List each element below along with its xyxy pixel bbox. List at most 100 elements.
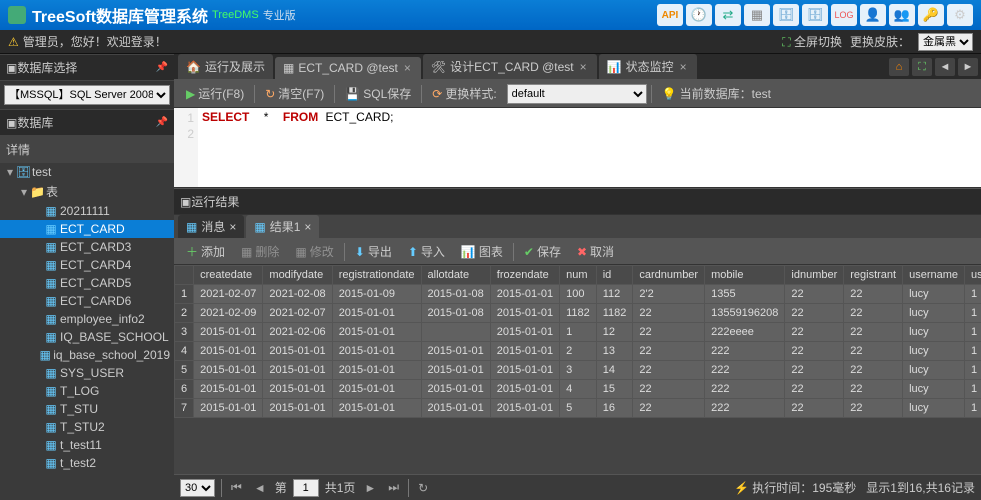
home-icon[interactable]: ⌂ bbox=[889, 58, 909, 76]
cell[interactable]: 22 bbox=[785, 323, 844, 342]
chart-button[interactable]: 📊图表 bbox=[455, 240, 509, 263]
cell[interactable]: 2015-01-01 bbox=[490, 304, 559, 323]
prev-icon[interactable]: ◄ bbox=[935, 58, 955, 76]
editor-tab[interactable]: ▦ECT_CARD @test× bbox=[275, 57, 421, 79]
column-header[interactable]: allotdate bbox=[421, 266, 490, 285]
cell[interactable]: 2015-01-09 bbox=[332, 285, 421, 304]
clock-icon[interactable]: 🕐 bbox=[686, 4, 712, 26]
db-connection-select[interactable]: 【MSSQL】SQL Server 2008 bbox=[4, 85, 170, 105]
cell[interactable]: 112 bbox=[596, 285, 633, 304]
table-row[interactable]: 12021-02-072021-02-082015-01-092015-01-0… bbox=[175, 285, 981, 304]
tree-node[interactable]: ▦20211111 bbox=[0, 202, 174, 220]
tree-node[interactable]: ▦ECT_CARD3 bbox=[0, 238, 174, 256]
cell[interactable]: 1 bbox=[175, 285, 194, 304]
column-header[interactable]: createdate bbox=[194, 266, 263, 285]
cell[interactable]: 5 bbox=[560, 399, 597, 418]
cell[interactable]: 1 bbox=[965, 399, 981, 418]
cancel-button[interactable]: ✖取消 bbox=[571, 240, 620, 263]
result-grid-wrap[interactable]: createdatemodifydateregistrationdateallo… bbox=[174, 265, 981, 474]
db-icon[interactable]: 🗄 bbox=[773, 4, 799, 26]
cell[interactable]: 2015-01-01 bbox=[490, 399, 559, 418]
cell[interactable]: 14 bbox=[596, 361, 633, 380]
table-row[interactable]: 72015-01-012015-01-012015-01-012015-01-0… bbox=[175, 399, 981, 418]
cell[interactable]: lucy bbox=[903, 285, 965, 304]
cell[interactable]: 2015-01-01 bbox=[263, 399, 332, 418]
cell[interactable]: 1 bbox=[965, 323, 981, 342]
tree-node[interactable]: ▦T_STU bbox=[0, 400, 174, 418]
cell[interactable]: 22 bbox=[844, 285, 903, 304]
close-icon[interactable]: × bbox=[304, 220, 311, 234]
log-icon[interactable]: LOG bbox=[831, 4, 857, 26]
cell[interactable]: 22 bbox=[633, 323, 705, 342]
column-header[interactable]: registrationdate bbox=[332, 266, 421, 285]
cell[interactable]: lucy bbox=[903, 342, 965, 361]
cell[interactable]: 2015-01-01 bbox=[490, 323, 559, 342]
column-header[interactable]: cardnumber bbox=[633, 266, 705, 285]
column-header[interactable]: num bbox=[560, 266, 597, 285]
cell[interactable]: 6 bbox=[175, 380, 194, 399]
cell[interactable]: 22 bbox=[633, 399, 705, 418]
cell[interactable]: 2'2 bbox=[633, 285, 705, 304]
cell[interactable]: 2015-01-01 bbox=[421, 361, 490, 380]
tree-node[interactable]: ▦T_LOG bbox=[0, 382, 174, 400]
tree-node[interactable]: ▦t_test2 bbox=[0, 454, 174, 472]
cell[interactable]: lucy bbox=[903, 380, 965, 399]
tree-node[interactable]: ▦iq_base_school_2019 bbox=[0, 346, 174, 364]
cell[interactable]: 22 bbox=[785, 361, 844, 380]
cell[interactable]: 222 bbox=[705, 361, 785, 380]
tree-node[interactable]: ▾🗄test bbox=[0, 163, 174, 181]
cell[interactable]: 1 bbox=[965, 285, 981, 304]
tree-node[interactable]: ▦ECT_CARD6 bbox=[0, 292, 174, 310]
column-header[interactable]: frozendate bbox=[490, 266, 559, 285]
cell[interactable]: 3 bbox=[175, 323, 194, 342]
next-page-button[interactable]: ► bbox=[361, 481, 379, 495]
cell[interactable]: 2015-01-01 bbox=[332, 323, 421, 342]
cell[interactable]: 5 bbox=[175, 361, 194, 380]
cell[interactable] bbox=[421, 323, 490, 342]
cell[interactable]: lucy bbox=[903, 323, 965, 342]
cell[interactable]: 222 bbox=[705, 380, 785, 399]
editor-tab[interactable]: 📊状态监控× bbox=[599, 54, 697, 79]
table-row[interactable]: 52015-01-012015-01-012015-01-012015-01-0… bbox=[175, 361, 981, 380]
close-icon[interactable]: × bbox=[229, 220, 236, 234]
export-button[interactable]: ⬇导出 bbox=[349, 240, 398, 263]
cell[interactable]: 2021-02-07 bbox=[194, 285, 263, 304]
sync-icon[interactable]: ⇄ bbox=[715, 4, 741, 26]
cell[interactable]: 2015-01-08 bbox=[421, 285, 490, 304]
column-header[interactable]: username bbox=[903, 266, 965, 285]
cell[interactable]: 12 bbox=[596, 323, 633, 342]
tree-node[interactable]: ▦ECT_CARD4 bbox=[0, 256, 174, 274]
tree-node[interactable]: ▦IQ_BASE_SCHOOL bbox=[0, 328, 174, 346]
cell[interactable]: 2015-01-01 bbox=[194, 342, 263, 361]
editor-tab[interactable]: 🛠设计ECT_CARD @test× bbox=[423, 54, 597, 79]
cell[interactable]: 1 bbox=[560, 323, 597, 342]
cell[interactable]: 2015-01-01 bbox=[263, 361, 332, 380]
run-button[interactable]: ▶运行(F8) bbox=[180, 82, 250, 105]
cell[interactable]: 2015-01-01 bbox=[332, 361, 421, 380]
cell[interactable]: 2015-01-01 bbox=[332, 342, 421, 361]
sql-save-button[interactable]: 💾SQL保存 bbox=[339, 82, 417, 105]
pin-icon[interactable]: 📌 bbox=[156, 62, 168, 73]
cell[interactable]: 22 bbox=[633, 361, 705, 380]
cell[interactable]: 15 bbox=[596, 380, 633, 399]
tree-node[interactable]: ▦ECT_CARD bbox=[0, 220, 174, 238]
cell[interactable]: 2015-01-01 bbox=[263, 380, 332, 399]
result-tab[interactable]: ▦结果1× bbox=[246, 215, 319, 238]
close-icon[interactable]: × bbox=[678, 60, 689, 74]
cell[interactable]: 1 bbox=[965, 342, 981, 361]
table-row[interactable]: 42015-01-012015-01-012015-01-012015-01-0… bbox=[175, 342, 981, 361]
cell[interactable]: 1355 bbox=[705, 285, 785, 304]
delete-button[interactable]: ▦删除 bbox=[235, 240, 285, 263]
cell[interactable]: 2015-01-01 bbox=[421, 342, 490, 361]
key-icon[interactable]: 🔑 bbox=[918, 4, 944, 26]
close-icon[interactable]: × bbox=[578, 60, 589, 74]
api-icon[interactable]: API bbox=[657, 4, 683, 26]
column-header[interactable]: mobile bbox=[705, 266, 785, 285]
cell[interactable]: 1 bbox=[965, 304, 981, 323]
page-input[interactable] bbox=[293, 479, 319, 497]
tree-node[interactable]: ▦SYS_USER bbox=[0, 364, 174, 382]
cell[interactable]: 7 bbox=[175, 399, 194, 418]
cell[interactable]: 1182 bbox=[596, 304, 633, 323]
cell[interactable]: 2015-01-01 bbox=[490, 342, 559, 361]
cell[interactable]: 3 bbox=[560, 361, 597, 380]
